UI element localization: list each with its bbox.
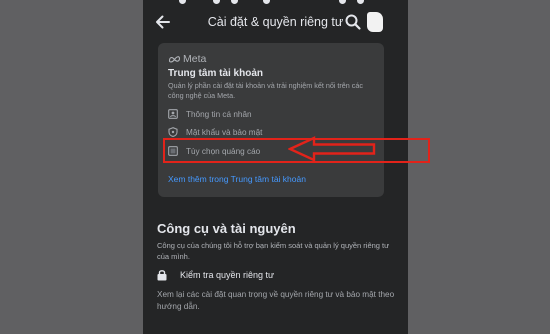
- top-app-bar: Cài đặt & quyền riêng tư: [143, 10, 408, 34]
- backdrop-left: [0, 0, 143, 334]
- accounts-center-description: Quản lý phần cài đặt tài khoản và trải n…: [168, 81, 363, 100]
- accounts-center-title: Trung tâm tài khoản: [168, 68, 264, 79]
- lock-icon: [157, 270, 167, 281]
- privacy-checkup-item[interactable]: Kiểm tra quyền riêng tư: [157, 268, 274, 282]
- tools-section-description: Công cụ của chúng tôi hỗ trợ bạn kiểm so…: [157, 241, 390, 261]
- status-indicator: [179, 0, 186, 4]
- status-indicator: [339, 0, 346, 4]
- accounts-center-card: Meta Trung tâm tài khoản Quản lý phần cà…: [158, 43, 384, 197]
- id-card-icon: [168, 109, 178, 119]
- backdrop-right: [408, 0, 550, 334]
- meta-brand-text: Meta: [183, 53, 207, 65]
- avatar[interactable]: [367, 12, 383, 32]
- meta-logo-icon: [168, 56, 181, 63]
- phone-screen: Cài đặt & quyền riêng tư Meta Trung tâm …: [143, 0, 408, 334]
- status-indicator: [213, 0, 220, 4]
- menu-item-label: Mật khẩu và bảo mật: [186, 127, 263, 137]
- search-button[interactable]: [344, 13, 362, 31]
- search-icon: [345, 14, 361, 30]
- menu-item-label: Thông tin cá nhân: [186, 109, 252, 119]
- red-arrow-annotation: [288, 136, 376, 162]
- see-more-accounts-center-link[interactable]: Xem thêm trong Trung tâm tài khoản: [168, 174, 306, 184]
- menu-item-personal-info[interactable]: Thông tin cá nhân: [168, 107, 252, 121]
- status-indicator: [357, 0, 364, 4]
- meta-brand: Meta: [168, 53, 206, 65]
- tools-section-title: Công cụ và tài nguyên: [157, 221, 296, 236]
- status-indicator: [231, 0, 238, 4]
- menu-item-password-security[interactable]: Mật khẩu và bảo mật: [168, 125, 262, 139]
- privacy-checkup-label: Kiểm tra quyền riêng tư: [180, 270, 275, 280]
- shield-icon: [168, 127, 178, 137]
- privacy-checkup-description: Xem lại các cài đặt quan trọng về quyền …: [157, 290, 395, 311]
- status-bar: [143, 0, 408, 8]
- status-indicator: [263, 0, 270, 4]
